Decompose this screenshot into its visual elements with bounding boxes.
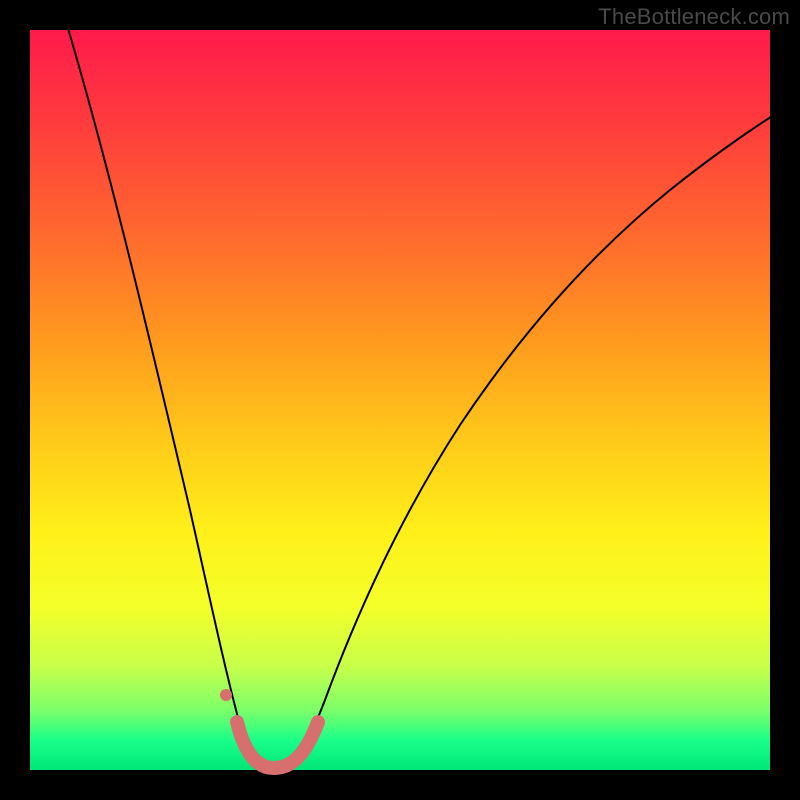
highlight-dot bbox=[220, 689, 232, 701]
plot-area bbox=[30, 30, 770, 770]
bottleneck-curve-path bbox=[67, 25, 790, 766]
highlight-trough-path bbox=[237, 722, 318, 768]
chart-frame: TheBottleneck.com bbox=[0, 0, 800, 800]
curve-svg bbox=[30, 30, 770, 770]
watermark-text: TheBottleneck.com bbox=[598, 4, 790, 30]
